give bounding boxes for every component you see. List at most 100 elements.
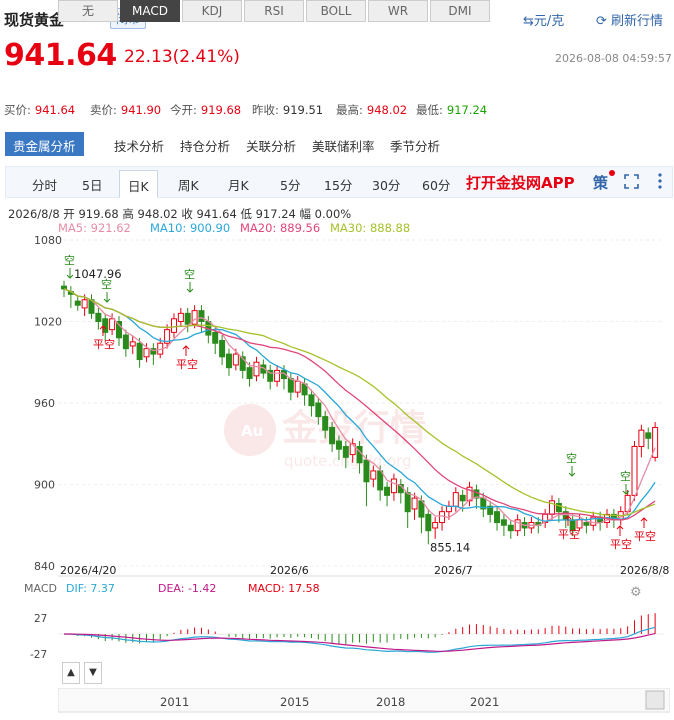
candle-body	[631, 445, 638, 496]
indicator-tab[interactable]: RSI	[244, 0, 304, 22]
period-tab[interactable]: 5日	[82, 175, 102, 194]
svg-text:MACD: 17.58: MACD: 17.58	[248, 582, 320, 595]
candle-body	[246, 367, 253, 380]
strategy-icon[interactable]: 策	[593, 172, 608, 193]
candle-body	[439, 511, 446, 524]
quote-timestamp: 2026-08-08 04:59:57	[555, 52, 672, 65]
scroll-up-button[interactable]: ▲	[62, 662, 80, 684]
candle-body	[212, 331, 219, 344]
indicator-tab[interactable]: MACD	[120, 0, 180, 22]
period-tab[interactable]: 周K	[178, 175, 199, 194]
timeline-year: 2021	[470, 695, 499, 709]
quote-value: 941.64	[34, 103, 76, 117]
category-tab[interactable]: 美联储利率	[312, 136, 375, 155]
timeline-track	[58, 688, 670, 713]
indicator-tab[interactable]: BOLL	[306, 0, 366, 22]
open-app-link[interactable]: 打开金投网APP	[466, 172, 575, 193]
ma-line	[63, 288, 656, 522]
instrument-title: 现货黄金	[4, 11, 65, 29]
short-signal-arrow	[622, 484, 630, 495]
more-icon[interactable]	[657, 172, 663, 190]
period-tab[interactable]: 60分	[422, 175, 450, 194]
svg-text:DIF: 7.37: DIF: 7.37	[66, 582, 115, 595]
short-signal-arrow	[66, 268, 74, 279]
indicator-tab[interactable]: 无	[58, 0, 118, 22]
candle-body	[370, 470, 377, 480]
candle-body	[184, 312, 191, 325]
indicator-tab[interactable]: KDJ	[182, 0, 242, 22]
candle-body	[638, 429, 645, 447]
short-signal-label: 空	[620, 469, 631, 483]
period-tab[interactable]: 5分	[280, 175, 300, 194]
category-tab[interactable]: 关联分析	[246, 136, 296, 155]
candle-body	[170, 318, 177, 333]
indicator-tab[interactable]: DMI	[430, 0, 490, 22]
category-tab[interactable]: 持仓分析	[180, 136, 230, 155]
candle-body	[425, 513, 432, 532]
svg-text:DEA: -1.42: DEA: -1.42	[158, 582, 216, 595]
period-tab[interactable]: 15分	[324, 175, 352, 194]
swap-icon: ⇆	[523, 14, 534, 29]
cover-signal-label: 平空	[93, 337, 115, 351]
period-tab[interactable]: 日K	[119, 170, 158, 198]
cover-signal-label: 平空	[610, 537, 632, 551]
price-change: 22.13(2.41%)	[124, 47, 240, 67]
price-chart[interactable]: 10801020960900840Au 金投行情quote.cngold.org1…	[0, 230, 674, 662]
candle-body	[390, 478, 397, 494]
quote-label: 最高:	[336, 103, 363, 117]
macd-tick-label: 27	[34, 613, 47, 625]
candle-body	[645, 432, 652, 439]
candle-body	[198, 310, 205, 322]
candle-body	[122, 334, 129, 350]
scroll-down-button[interactable]: ▼	[84, 662, 102, 684]
macd-legend: MACD DIF: 7.37 DEA: -1.42 MACD: 17.58	[24, 582, 320, 595]
candle-body	[404, 492, 411, 513]
candle-body	[411, 497, 418, 510]
refresh-label: 刷新行情	[611, 14, 664, 29]
category-tab[interactable]: 贵金属分析	[5, 132, 84, 156]
period-tab[interactable]: 月K	[228, 175, 249, 194]
timeline-navigator[interactable]: 2011 2015 2018 2021	[58, 688, 670, 714]
candle-body	[315, 402, 322, 418]
candle-body	[287, 378, 294, 393]
unit-toggle[interactable]: ⇆元/克	[523, 10, 564, 29]
analysis-category-tabs: 贵金属分析 技术分析 持仓分析 关联分析 美联储利率 季节分析	[0, 132, 674, 156]
quote-label: 买价:	[4, 103, 31, 117]
candle-body	[95, 312, 102, 322]
refresh-button[interactable]: ⟳ 刷新行情	[596, 10, 663, 29]
x-tick-label: 2026/7	[434, 564, 473, 577]
macd-settings-icon[interactable]: ⚙	[630, 585, 642, 600]
indicator-tab[interactable]: WR	[368, 0, 428, 22]
cover-signal-arrow	[640, 517, 648, 528]
period-tab[interactable]: 分时	[32, 175, 57, 194]
unit-label: 元/克	[533, 14, 565, 29]
quote-item: 今开: 919.68	[170, 102, 241, 118]
quote-item: 最高: 948.02	[336, 102, 407, 118]
cover-signal-arrow	[616, 525, 624, 536]
timeline-year: 2018	[376, 695, 405, 709]
candle-body	[583, 522, 590, 526]
candle-body	[507, 524, 514, 532]
candle-body	[322, 416, 329, 431]
quote-label: 昨收:	[252, 103, 279, 117]
quote-label: 今开:	[170, 103, 197, 117]
fullscreen-icon[interactable]	[624, 174, 639, 189]
svg-text:Au: Au	[241, 422, 263, 440]
short-signal-label: 空	[64, 253, 75, 267]
macd-tick-label: -27	[30, 649, 47, 661]
quote-value: 919.68	[200, 103, 242, 117]
category-tab[interactable]: 季节分析	[390, 136, 440, 155]
category-tab[interactable]: 技术分析	[114, 136, 164, 155]
high-annotation: 1047.96	[74, 267, 122, 281]
low-annotation: 855.14	[430, 541, 470, 555]
candle-body	[308, 394, 315, 407]
candle-body	[225, 353, 232, 369]
short-signal-arrow	[186, 282, 194, 293]
timeline-handle[interactable]	[645, 690, 665, 710]
candle-body	[109, 318, 116, 331]
y-tick-label: 1080	[34, 234, 62, 247]
period-tab[interactable]: 30分	[372, 175, 400, 194]
quote-item: 最低: 917.24	[416, 102, 487, 118]
candle-body	[377, 470, 384, 491]
quote-item: 昨收: 919.51	[252, 102, 323, 118]
